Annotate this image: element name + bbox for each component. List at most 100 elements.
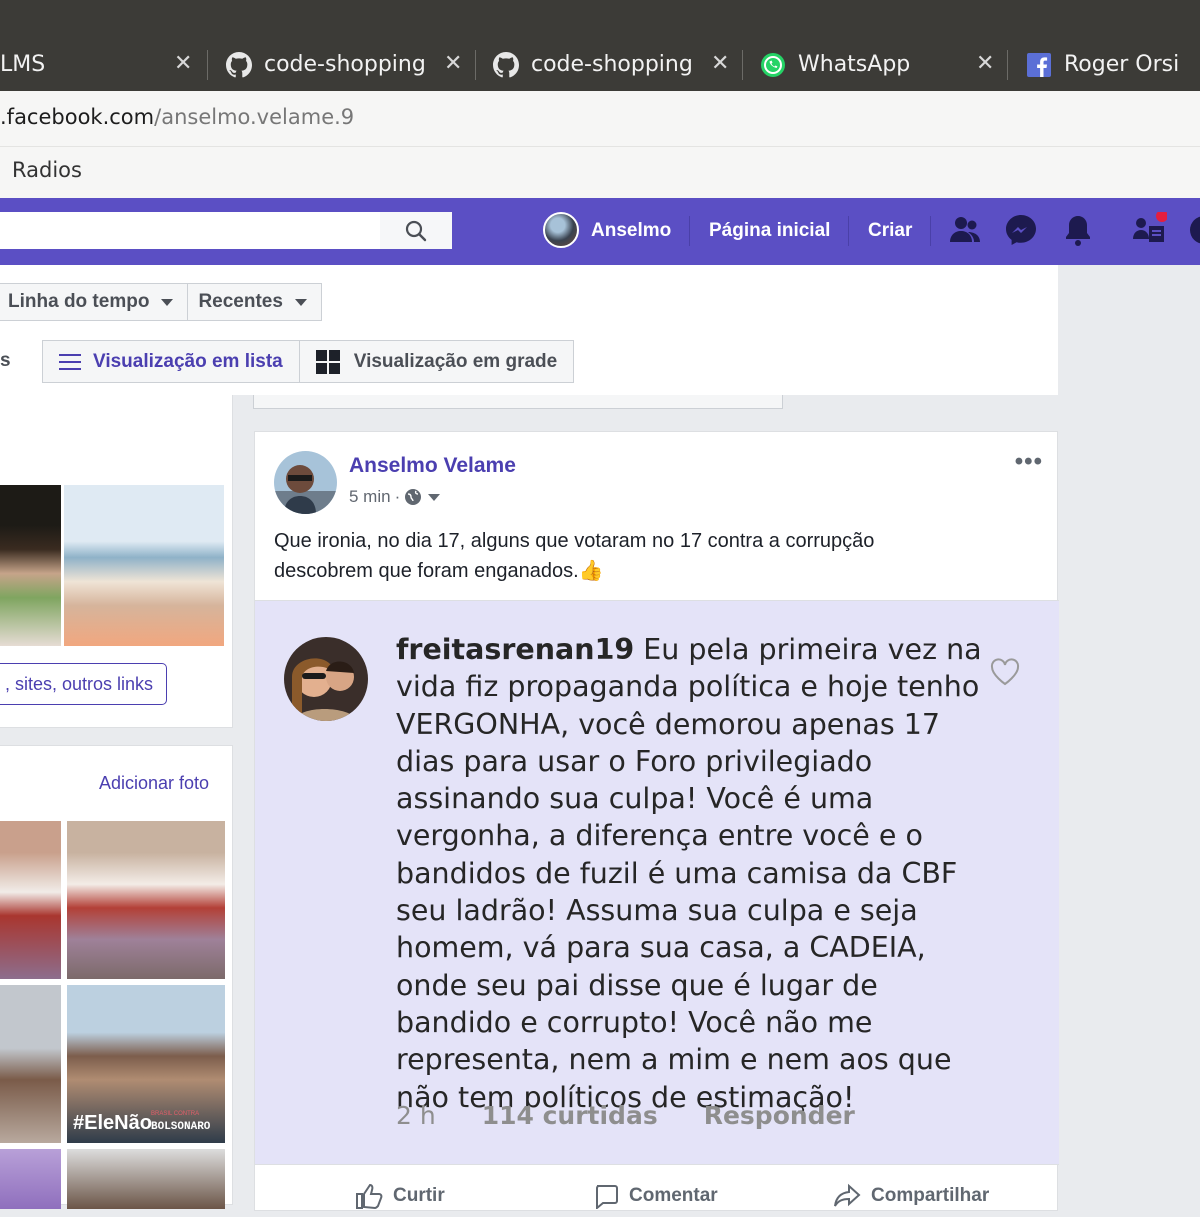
- tab-label: LMS: [0, 52, 46, 77]
- close-icon[interactable]: ✕: [711, 51, 729, 76]
- close-icon[interactable]: ✕: [976, 51, 994, 76]
- timeline-filter: Linha do tempo Recentes: [0, 283, 322, 321]
- add-links-button[interactable]: , sites, outros links: [0, 663, 167, 705]
- browser-titlebar: [0, 0, 1200, 38]
- nav-create-link[interactable]: Criar: [868, 220, 912, 242]
- search-icon: [405, 220, 427, 241]
- bookmarks-bar: Radios: [0, 147, 1200, 198]
- photo-thumbnail[interactable]: [67, 821, 225, 979]
- partial-tab-label[interactable]: s: [0, 350, 11, 372]
- list-icon: [59, 353, 81, 370]
- grid-view-label: Visualização em grade: [353, 350, 558, 372]
- share-icon: [834, 1183, 861, 1207]
- comment-label: Comentar: [629, 1185, 718, 1206]
- tab-separator: [475, 50, 476, 80]
- share-button[interactable]: Compartilhar: [833, 1183, 989, 1209]
- photo-thumbnail[interactable]: [67, 1149, 225, 1209]
- whatsapp-icon: [761, 52, 785, 77]
- friend-requests-icon[interactable]: [947, 212, 983, 248]
- intro-card: , sites, outros links: [0, 395, 233, 728]
- tab-whatsapp[interactable]: WhatsApp ✕: [760, 38, 1008, 91]
- recent-dropdown-label: Recentes: [198, 291, 283, 312]
- nav-separator: [848, 216, 849, 246]
- tab-separator: [742, 50, 743, 80]
- thumbs-up-icon: [356, 1183, 383, 1209]
- grid-icon: [315, 349, 340, 374]
- messenger-icon[interactable]: [1003, 212, 1039, 248]
- quick-help-icon[interactable]: [1131, 212, 1167, 248]
- heart-icon: [990, 658, 1020, 686]
- post-meta: 5 min ·: [349, 487, 441, 507]
- photo-thumbnail[interactable]: [0, 821, 61, 979]
- photo-badge-elenao: #EleNão: [73, 1112, 152, 1134]
- more-options-icon[interactable]: •••: [1015, 448, 1043, 476]
- post-author[interactable]: Anselmo Velame: [349, 454, 516, 478]
- view-toggle: Visualização em lista Visualização em gr…: [42, 340, 575, 383]
- avatar: [284, 637, 368, 721]
- share-label: Compartilhar: [871, 1185, 990, 1206]
- chevron-down-icon: [161, 298, 174, 306]
- browser-tabbar: LMS ✕ code-shopping/ ✕ code-shopping/ ✕ …: [0, 38, 1200, 91]
- avatar[interactable]: [274, 451, 337, 514]
- post-text: Que ironia, no dia 17, alguns que votara…: [274, 530, 875, 582]
- nav-home-link[interactable]: Página inicial: [709, 220, 830, 242]
- list-view-label: Visualização em lista: [93, 350, 283, 372]
- list-view-button[interactable]: Visualização em lista: [43, 341, 300, 382]
- github-icon: [226, 51, 252, 77]
- tab-code-shopping-1[interactable]: code-shopping/ ✕: [226, 38, 476, 91]
- comment-body: Eu pela primeira vez na vida fiz propaga…: [396, 633, 982, 1114]
- chevron-down-icon: [294, 298, 307, 306]
- search-button[interactable]: [380, 212, 452, 249]
- chevron-down-icon[interactable]: [428, 493, 441, 501]
- close-icon[interactable]: ✕: [444, 51, 462, 76]
- commenter-photo: [284, 637, 368, 721]
- like-button[interactable]: Curtir: [355, 1183, 445, 1209]
- github-icon: [493, 51, 519, 77]
- account-menu-icon[interactable]: [1186, 212, 1200, 248]
- featured-photo[interactable]: [0, 485, 61, 646]
- timeline-dropdown[interactable]: Linha do tempo: [0, 284, 189, 320]
- photo-thumbnail[interactable]: [0, 1149, 61, 1209]
- close-icon[interactable]: ✕: [174, 51, 192, 76]
- nav-separator: [930, 216, 931, 246]
- comment-button[interactable]: Comentar: [593, 1183, 718, 1209]
- url-domain: .facebook.com: [0, 105, 155, 129]
- comment-likes: 114 curtidas: [481, 1101, 658, 1130]
- nav-profile-link[interactable]: [543, 212, 579, 248]
- notifications-icon[interactable]: [1060, 212, 1096, 248]
- duplicate-view-toggle-ghost: [253, 395, 783, 409]
- bookmark-radios[interactable]: Radios: [12, 158, 82, 182]
- photo-thumbnail[interactable]: [0, 985, 61, 1143]
- facebook-icon: [1027, 52, 1051, 77]
- address-bar[interactable]: .facebook.com/anselmo.velame.9: [0, 91, 1200, 147]
- add-photo-link[interactable]: Adicionar foto: [99, 773, 209, 794]
- comment-icon: [596, 1185, 618, 1209]
- recent-dropdown[interactable]: Recentes: [188, 284, 321, 320]
- nav-user-name[interactable]: Anselmo: [591, 220, 671, 242]
- tab-roger-orsi[interactable]: Roger Orsi: [1026, 38, 1200, 91]
- globe-icon[interactable]: [404, 488, 422, 506]
- comment-footer: 2 h 114 curtidas Responder: [396, 1101, 901, 1130]
- url-path: /anselmo.velame.9: [154, 105, 355, 129]
- search-input[interactable]: [0, 212, 380, 249]
- tab-lms[interactable]: LMS ✕: [0, 38, 208, 91]
- comment-username: freitasrenan19: [396, 633, 635, 666]
- tab-code-shopping-2[interactable]: code-shopping/ ✕: [493, 38, 743, 91]
- right-gutter: [1058, 265, 1200, 1200]
- tab-label: Roger Orsi: [1064, 52, 1180, 77]
- meta-separator: ·: [394, 487, 401, 506]
- post-image-screenshot[interactable]: freitasrenan19 Eu pela primeira vez na v…: [255, 600, 1059, 1165]
- grid-view-button[interactable]: Visualização em grade: [300, 341, 573, 382]
- timeline-dropdown-label: Linha do tempo: [8, 291, 150, 312]
- facebook-navbar: Anselmo Página inicial Criar: [0, 198, 1200, 265]
- post-actions-bar: Curtir Comentar Compartilhar: [255, 1177, 1059, 1217]
- featured-photo[interactable]: [64, 485, 224, 646]
- add-links-label: , sites, outros links: [4, 673, 153, 694]
- post-time[interactable]: 5 min: [349, 487, 391, 507]
- comment-time: 2 h: [396, 1101, 436, 1130]
- photo-thumbnail[interactable]: #EleNão BRASIL CONTRA BOLSONARO: [67, 985, 225, 1143]
- url-text[interactable]: .facebook.com/anselmo.velame.9: [0, 105, 354, 129]
- photos-card: Adicionar foto #EleNão BRASIL CONTRA BOL…: [0, 745, 233, 1209]
- comment-reply: Responder: [703, 1101, 855, 1130]
- profile-controls-panel: Linha do tempo Recentes s Visualização e…: [0, 265, 1058, 395]
